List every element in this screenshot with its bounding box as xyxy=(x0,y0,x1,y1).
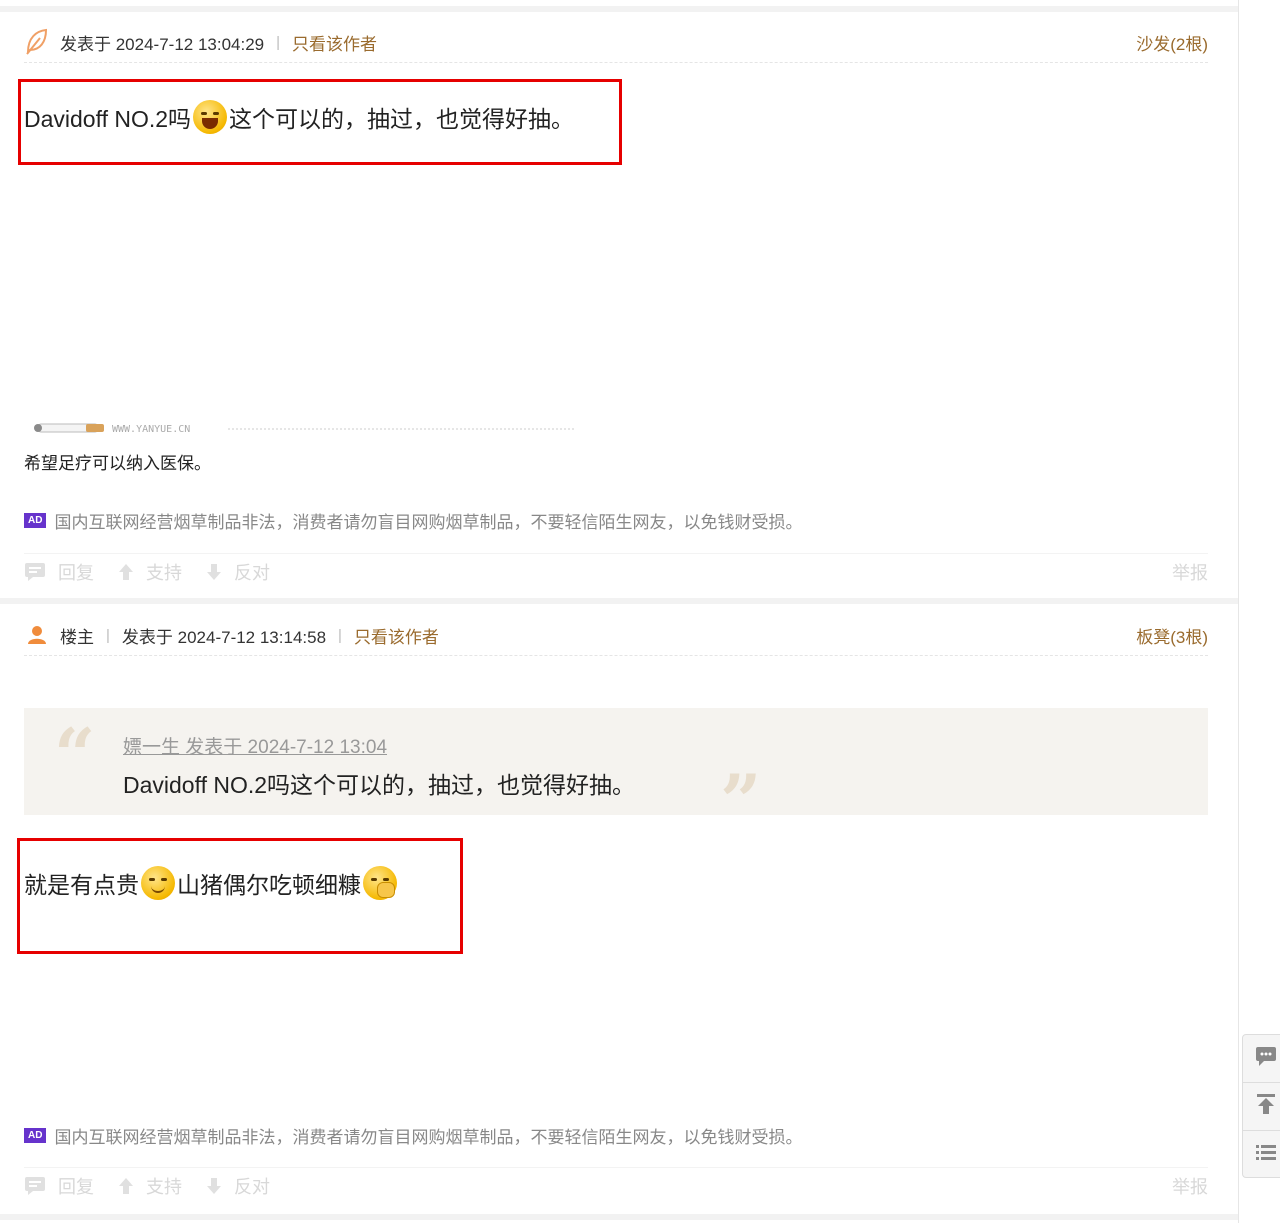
oppose-button[interactable]: 反对 xyxy=(206,559,270,585)
oppose-label: 反对 xyxy=(234,1177,270,1197)
report-button[interactable]: 举报 xyxy=(1172,559,1208,585)
support-button[interactable]: 支持 xyxy=(118,559,182,585)
post-date: 发表于 2024-7-12 13:04:29 xyxy=(60,34,265,54)
post-content: Davidoff NO.2吗 这个可以的，抽过，也觉得好抽。 xyxy=(24,100,574,134)
post-content-text: 就是有点贵 xyxy=(24,872,139,898)
post-separator xyxy=(0,1214,1238,1220)
reply-label: 回复 xyxy=(58,563,94,583)
ad-notice: AD 国内互联网经营烟草制品非法，消费者请勿盲目网购烟草制品，不要轻信陌生网友，… xyxy=(24,1123,802,1148)
ad-notice: AD 国内互联网经营烟草制品非法，消费者请勿盲目网购烟草制品，不要轻信陌生网友，… xyxy=(24,508,802,533)
post-separator xyxy=(0,598,1238,604)
close-quote-icon: ” xyxy=(720,758,762,843)
reply-button[interactable]: 回复 xyxy=(24,1173,94,1199)
post-actions: 回复 支持 反对 举报 xyxy=(24,1167,1208,1204)
arrow-up-icon xyxy=(118,1177,134,1195)
arrow-down-icon xyxy=(206,563,222,581)
post-meta-row: 楼主 | 发表于 2024-7-12 13:14:58 | 只看该作者 板凳(3… xyxy=(24,615,1208,656)
post-content-text: Davidoff NO.2吗 xyxy=(24,106,192,132)
list-tool-button[interactable] xyxy=(1243,1131,1280,1178)
ad-badge: AD xyxy=(24,513,47,528)
laughing-emoji-icon xyxy=(193,100,228,134)
floating-toolbar xyxy=(1242,1034,1280,1178)
comment-tool-button[interactable] xyxy=(1243,1035,1280,1083)
oppose-label: 反对 xyxy=(234,563,270,583)
smile-emoji-icon xyxy=(141,866,175,900)
ad-text[interactable]: 国内互联网经营烟草制品非法，消费者请勿盲目网购烟草制品，不要轻信陌生网友，以免钱… xyxy=(54,508,802,533)
comment-icon xyxy=(24,1176,46,1196)
signature-text: 希望足疗可以纳入医保。 xyxy=(24,454,211,473)
post-meta-row: 发表于 2024-7-12 13:04:29 | 只看该作者 沙发(2根) xyxy=(24,22,1208,63)
quote-block: “ 嫖一生 发表于 2024-7-12 13:04 Davidoff NO.2吗… xyxy=(24,708,1208,843)
quote-text: Davidoff NO.2吗这个可以的，抽过，也觉得好抽。 xyxy=(123,772,636,798)
reply-label: 回复 xyxy=(58,1177,94,1197)
floor-number[interactable]: 沙发(2根) xyxy=(1136,30,1208,55)
open-quote-icon: “ xyxy=(54,712,96,797)
support-label: 支持 xyxy=(146,1177,182,1197)
chat-bubble-icon xyxy=(1254,1044,1278,1073)
cover-mouth-emoji-icon xyxy=(363,866,397,900)
support-button[interactable]: 支持 xyxy=(118,1173,182,1199)
oppose-button[interactable]: 反对 xyxy=(206,1173,270,1199)
leaf-icon xyxy=(24,28,50,55)
support-label: 支持 xyxy=(146,563,182,583)
report-button[interactable]: 举报 xyxy=(1172,1173,1208,1199)
post-actions: 回复 支持 反对 举报 xyxy=(24,553,1208,590)
arrow-up-icon xyxy=(118,563,134,581)
signature-watermark: WWW.YANYUE.CN xyxy=(112,424,190,435)
signature-banner: WWW.YANYUE.CN xyxy=(30,418,578,440)
post-separator xyxy=(0,6,1238,12)
ad-text[interactable]: 国内互联网经营烟草制品非法，消费者请勿盲目网购烟草制品，不要轻信陌生网友，以免钱… xyxy=(54,1123,802,1148)
only-author-link[interactable]: 只看该作者 xyxy=(292,30,377,55)
only-author-link[interactable]: 只看该作者 xyxy=(354,623,439,648)
back-to-top-button[interactable] xyxy=(1243,1083,1280,1131)
post-content-text-2: 这个可以的，抽过，也觉得好抽。 xyxy=(229,106,575,132)
arrow-to-top-icon xyxy=(1254,1092,1278,1121)
reply-button[interactable]: 回复 xyxy=(24,559,94,585)
ad-badge: AD xyxy=(24,1128,47,1143)
post-content: 就是有点贵 山猪偶尔吃顿细糠 xyxy=(24,866,399,900)
arrow-down-icon xyxy=(206,1177,222,1195)
user-icon xyxy=(24,622,50,648)
main-column: 发表于 2024-7-12 13:04:29 | 只看该作者 沙发(2根) Da… xyxy=(0,0,1239,1223)
quote-author-link[interactable]: 嫖一生 发表于 2024-7-12 13:04 xyxy=(123,732,387,759)
post-date: 发表于 2024-7-12 13:14:58 xyxy=(121,627,327,647)
author-role: 楼主 xyxy=(60,627,94,647)
floor-number[interactable]: 板凳(3根) xyxy=(1136,623,1208,648)
comment-icon xyxy=(24,562,46,582)
list-icon xyxy=(1254,1140,1278,1169)
post-content-text-2: 山猪偶尔吃顿细糠 xyxy=(177,872,361,898)
